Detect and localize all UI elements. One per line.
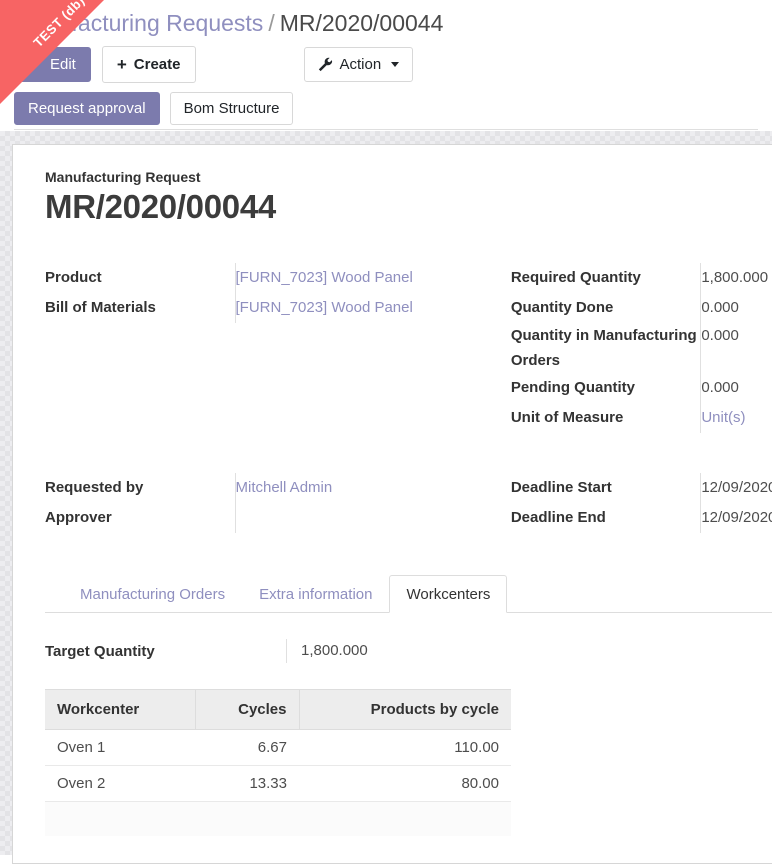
bom-structure-button[interactable]: Bom Structure bbox=[169, 92, 294, 125]
field-value-bill-of-materials[interactable]: [FURN_7023] Wood Panel bbox=[234, 293, 511, 323]
statusbar: Request approval Bom Structure bbox=[14, 88, 758, 130]
workcenters-table-body: Oven 1 6.67 110.00 Oven 2 13.33 80.00 bbox=[45, 729, 511, 836]
cell-products-by-cycle: 110.00 bbox=[299, 729, 511, 766]
field-row-product: Product [FURN_7023] Wood Panel bbox=[45, 263, 511, 293]
form-group-right: Required Quantity 1,800.000 Quantity Don… bbox=[511, 263, 772, 433]
form-group-right-2: Deadline Start 12/09/2020 Deadline End 1… bbox=[511, 473, 772, 533]
field-value-product[interactable]: [FURN_7023] Wood Panel bbox=[234, 263, 511, 293]
field-row-pending-quantity: Pending Quantity 0.000 bbox=[511, 373, 772, 403]
record-title-label: Manufacturing Request bbox=[45, 169, 201, 185]
cell-empty-products bbox=[299, 801, 511, 836]
request-approval-button[interactable]: Request approval bbox=[14, 92, 160, 125]
field-label-approver: Approver bbox=[45, 509, 112, 526]
breadcrumb-parent-link[interactable]: Manufacturing Requests bbox=[14, 10, 263, 36]
form-group-secondary: Requested by Mitchell Admin Approver Dea… bbox=[45, 473, 772, 533]
field-row-quantity-in-manufacturing-orders: Quantity in Manufacturing Orders 0.000 bbox=[511, 323, 772, 373]
field-value-quantity-in-manufacturing-orders: 0.000 bbox=[700, 323, 772, 373]
cell-products-by-cycle: 80.00 bbox=[299, 765, 511, 802]
field-value-deadline-start: 12/09/2020 bbox=[700, 473, 772, 503]
table-row-add-placeholder[interactable] bbox=[45, 801, 511, 836]
cell-workcenter: Oven 1 bbox=[45, 729, 195, 766]
workcenters-table: Workcenter Cycles Products by cycle Oven… bbox=[45, 689, 511, 836]
target-quantity-value: 1,800.000 bbox=[286, 639, 368, 663]
form-group-left-2: Requested by Mitchell Admin Approver bbox=[45, 473, 511, 533]
right-field-list-2: Deadline Start 12/09/2020 Deadline End 1… bbox=[511, 473, 772, 533]
left-field-list: Product [FURN_7023] Wood Panel Bill of M… bbox=[45, 263, 511, 323]
action-menu-button[interactable]: Action bbox=[303, 46, 414, 82]
form-sheet: Manufacturing Request MR/2020/00044 Prod… bbox=[12, 144, 772, 864]
field-row-required-quantity: Required Quantity 1,800.000 bbox=[511, 263, 772, 293]
field-value-deadline-end: 12/09/2020 bbox=[700, 503, 772, 533]
cell-workcenter: Oven 2 bbox=[45, 765, 195, 802]
workcenters-tab-pane: Target Quantity 1,800.000 Workcenter Cyc… bbox=[45, 613, 772, 836]
breadcrumb-current: MR/2020/00044 bbox=[279, 10, 444, 36]
edit-button[interactable]: Edit bbox=[14, 46, 91, 82]
create-button-label: Create bbox=[133, 55, 181, 73]
field-value-pending-quantity: 0.000 bbox=[700, 373, 772, 403]
field-value-quantity-done: 0.000 bbox=[700, 293, 772, 323]
wrench-icon bbox=[318, 57, 333, 72]
field-label-product: Product bbox=[45, 269, 102, 286]
column-header-cycles[interactable]: Cycles bbox=[195, 689, 300, 730]
right-field-list: Required Quantity 1,800.000 Quantity Don… bbox=[511, 263, 772, 433]
cell-empty-cycles bbox=[195, 801, 299, 836]
notebook: Manufacturing Orders Extra information W… bbox=[45, 575, 772, 836]
breadcrumb: Manufacturing Requests / MR/2020/00044 bbox=[14, 9, 443, 37]
target-quantity-row: Target Quantity 1,800.000 bbox=[45, 639, 772, 663]
field-row-approver: Approver bbox=[45, 503, 511, 533]
edit-button-label: Edit bbox=[50, 55, 76, 73]
field-row-unit-of-measure: Unit of Measure Unit(s) bbox=[511, 403, 772, 433]
table-row[interactable]: Oven 1 6.67 110.00 bbox=[45, 729, 511, 766]
field-row-bill-of-materials: Bill of Materials [FURN_7023] Wood Panel bbox=[45, 293, 511, 323]
field-value-required-quantity: 1,800.000 bbox=[700, 263, 772, 293]
column-header-products-by-cycle[interactable]: Products by cycle bbox=[299, 689, 511, 730]
target-quantity-label: Target Quantity bbox=[45, 642, 155, 660]
control-panel: Manufacturing Requests / MR/2020/00044 Edi… bbox=[0, 0, 772, 130]
field-value-approver[interactable] bbox=[234, 503, 511, 533]
breadcrumb-row: Manufacturing Requests / MR/2020/00044 bbox=[14, 0, 758, 40]
field-row-requested-by: Requested by Mitchell Admin bbox=[45, 473, 511, 503]
action-menu-label: Action bbox=[339, 55, 382, 73]
create-button[interactable]: + Create bbox=[101, 45, 196, 83]
tab-workcenters[interactable]: Workcenters bbox=[389, 575, 508, 613]
tab-manufacturing-orders[interactable]: Manufacturing Orders bbox=[63, 575, 242, 613]
field-label-deadline-end: Deadline End bbox=[510, 509, 606, 526]
field-row-quantity-done: Quantity Done 0.000 bbox=[511, 293, 772, 323]
field-label-bill-of-materials: Bill of Materials bbox=[45, 299, 156, 316]
field-value-unit-of-measure[interactable]: Unit(s) bbox=[700, 403, 772, 433]
field-label-pending-quantity: Pending Quantity bbox=[510, 379, 635, 396]
field-value-requested-by[interactable]: Mitchell Admin bbox=[234, 473, 511, 503]
cell-empty-workcenter bbox=[45, 801, 195, 836]
field-label-requested-by: Requested by bbox=[45, 479, 144, 496]
field-label-quantity-done: Quantity Done bbox=[510, 299, 614, 316]
field-label-quantity-in-manufacturing-orders: Quantity in Manufacturing Orders bbox=[510, 327, 697, 369]
form-group-left: Product [FURN_7023] Wood Panel Bill of M… bbox=[45, 263, 511, 433]
form-sheet-inner: Manufacturing Request MR/2020/00044 Prod… bbox=[13, 169, 772, 836]
pencil-icon bbox=[29, 57, 43, 71]
page-title: MR/2020/00044 bbox=[45, 188, 276, 225]
field-row-deadline-start: Deadline Start 12/09/2020 bbox=[511, 473, 772, 503]
action-button-row: Edit + Create Action bbox=[14, 40, 758, 88]
field-row-deadline-end: Deadline End 12/09/2020 bbox=[511, 503, 772, 533]
breadcrumb-separator: / bbox=[268, 10, 275, 36]
chevron-down-icon bbox=[391, 61, 400, 67]
tab-extra-information[interactable]: Extra information bbox=[242, 575, 389, 613]
cell-cycles: 6.67 bbox=[195, 729, 299, 766]
table-header-row: Workcenter Cycles Products by cycle bbox=[45, 689, 511, 730]
workcenters-table-header: Workcenter Cycles Products by cycle bbox=[45, 689, 511, 730]
form-group-primary: Product [FURN_7023] Wood Panel Bill of M… bbox=[45, 263, 772, 433]
field-label-deadline-start: Deadline Start bbox=[510, 479, 612, 496]
field-label-unit-of-measure: Unit of Measure bbox=[510, 409, 624, 426]
field-label-required-quantity: Required Quantity bbox=[510, 269, 641, 286]
plus-icon: + bbox=[116, 54, 127, 74]
column-header-workcenter[interactable]: Workcenter bbox=[45, 689, 196, 730]
notebook-tab-list: Manufacturing Orders Extra information W… bbox=[45, 575, 772, 613]
left-field-list-2: Requested by Mitchell Admin Approver bbox=[45, 473, 511, 533]
table-row[interactable]: Oven 2 13.33 80.00 bbox=[45, 765, 511, 802]
cell-cycles: 13.33 bbox=[195, 765, 299, 802]
